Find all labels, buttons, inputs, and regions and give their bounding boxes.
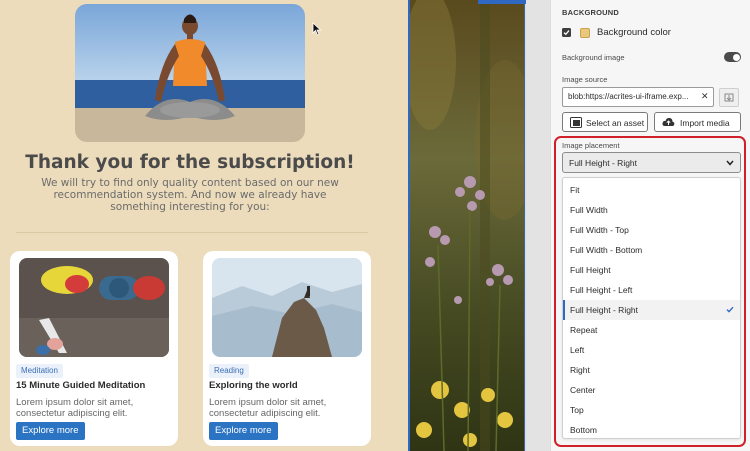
canvas-gutter xyxy=(526,0,550,451)
image-source-input[interactable]: blob:https://acrites-ui-iframe.exp... xyxy=(562,87,714,107)
card-description: Lorem ipsum dolor sit amet, consectetur … xyxy=(16,397,134,419)
cursor-arrow-icon xyxy=(312,22,322,36)
image-asset-icon xyxy=(570,117,582,128)
background-color-checkbox[interactable] xyxy=(562,28,571,37)
hero-image-yoga xyxy=(75,4,305,142)
background-image-preview[interactable] xyxy=(408,0,525,451)
select-asset-button[interactable]: Select an asset xyxy=(562,112,648,132)
card-title: 15 Minute Guided Meditation xyxy=(16,380,146,391)
card-tag: Meditation xyxy=(16,364,63,378)
highlight-annotation xyxy=(554,136,746,447)
explore-more-button[interactable]: Explore more xyxy=(16,422,85,440)
card-image-yoga-gear xyxy=(19,258,169,357)
import-media-button[interactable]: Import media xyxy=(654,112,741,132)
import-media-label: Import media xyxy=(680,118,730,128)
card-description: Lorem ipsum dolor sit amet, consectetur … xyxy=(209,397,327,419)
page-title: Thank you for the subscription! xyxy=(25,152,355,173)
background-color-swatch[interactable] xyxy=(580,28,590,38)
background-color-label: Background color xyxy=(597,27,671,38)
content-card-reading: Reading Exploring the world Lorem ipsum … xyxy=(203,251,371,446)
background-image-toggle[interactable] xyxy=(724,52,741,62)
image-source-label: Image source xyxy=(562,75,608,84)
page-subtitle: We will try to find only quality content… xyxy=(41,177,339,213)
card-tag: Reading xyxy=(209,364,249,378)
folder-browse-button[interactable] xyxy=(719,88,739,107)
background-image-label: Background image xyxy=(562,53,625,62)
folder-browse-icon xyxy=(724,93,734,102)
section-heading: BACKGROUND xyxy=(562,8,619,17)
card-title: Exploring the world xyxy=(209,380,298,391)
content-card-meditation: Meditation 15 Minute Guided Meditation L… xyxy=(10,251,178,446)
divider xyxy=(16,232,368,233)
selection-handle xyxy=(478,0,526,4)
email-preview: Thank you for the subscription! We will … xyxy=(0,0,408,451)
card-image-mountain xyxy=(212,258,362,357)
select-asset-label: Select an asset xyxy=(586,118,645,128)
cloud-upload-icon xyxy=(662,117,675,126)
checkmark-icon xyxy=(563,30,570,36)
explore-more-button[interactable]: Explore more xyxy=(209,422,278,440)
close-icon[interactable]: ✕ xyxy=(701,92,709,101)
